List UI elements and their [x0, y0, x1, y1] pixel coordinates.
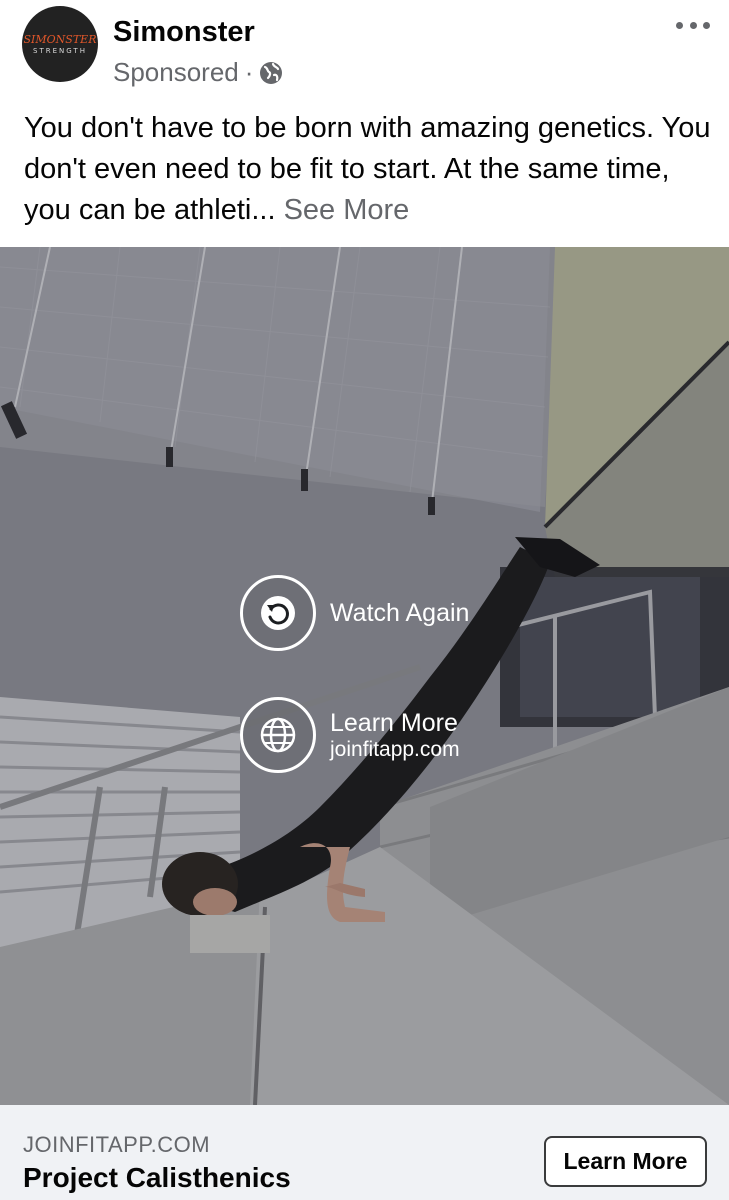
page-name[interactable]: Simonster [113, 16, 255, 49]
watch-again-label: Watch Again [330, 598, 470, 627]
post-text: You don't have to be born with amazing g… [24, 108, 714, 231]
learn-more-overlay-label: Learn More [330, 708, 458, 737]
replay-icon [240, 575, 316, 651]
learn-more-overlay-domain: joinfitapp.com [330, 737, 460, 761]
meta-separator: · [244, 57, 254, 87]
avatar-logo-line2: STRENGTH [33, 47, 87, 55]
sponsored-label[interactable]: Sponsored [113, 57, 239, 88]
globe-icon [240, 697, 316, 773]
see-more-link[interactable]: See More [284, 194, 410, 226]
learn-more-overlay-button[interactable]: Learn More joinfitapp.com [240, 697, 460, 773]
avatar-logo-line1: SIMONSTER [23, 33, 97, 46]
watch-again-button[interactable]: Watch Again [240, 575, 469, 651]
ad-footer[interactable]: JOINFITAPP.COM Project Calisthenics Lear… [0, 1105, 729, 1200]
ad-title[interactable]: Project Calisthenics [23, 1162, 291, 1194]
globe-icon [259, 61, 283, 85]
video-media[interactable]: Watch Again Learn More joinfitapp.com [0, 247, 729, 1105]
post-meta: Sponsored · [113, 57, 283, 88]
avatar[interactable]: SIMONSTER STRENGTH [22, 6, 98, 82]
more-options-icon[interactable] [676, 15, 710, 35]
ad-domain: JOINFITAPP.COM [23, 1132, 211, 1157]
post-header: SIMONSTER STRENGTH Simonster Sponsored · [0, 0, 729, 100]
learn-more-button[interactable]: Learn More [544, 1136, 707, 1187]
video-still-image [0, 247, 729, 1105]
learn-more-overlay-text: Learn More joinfitapp.com [330, 709, 460, 762]
watch-again-text: Watch Again [330, 599, 469, 628]
